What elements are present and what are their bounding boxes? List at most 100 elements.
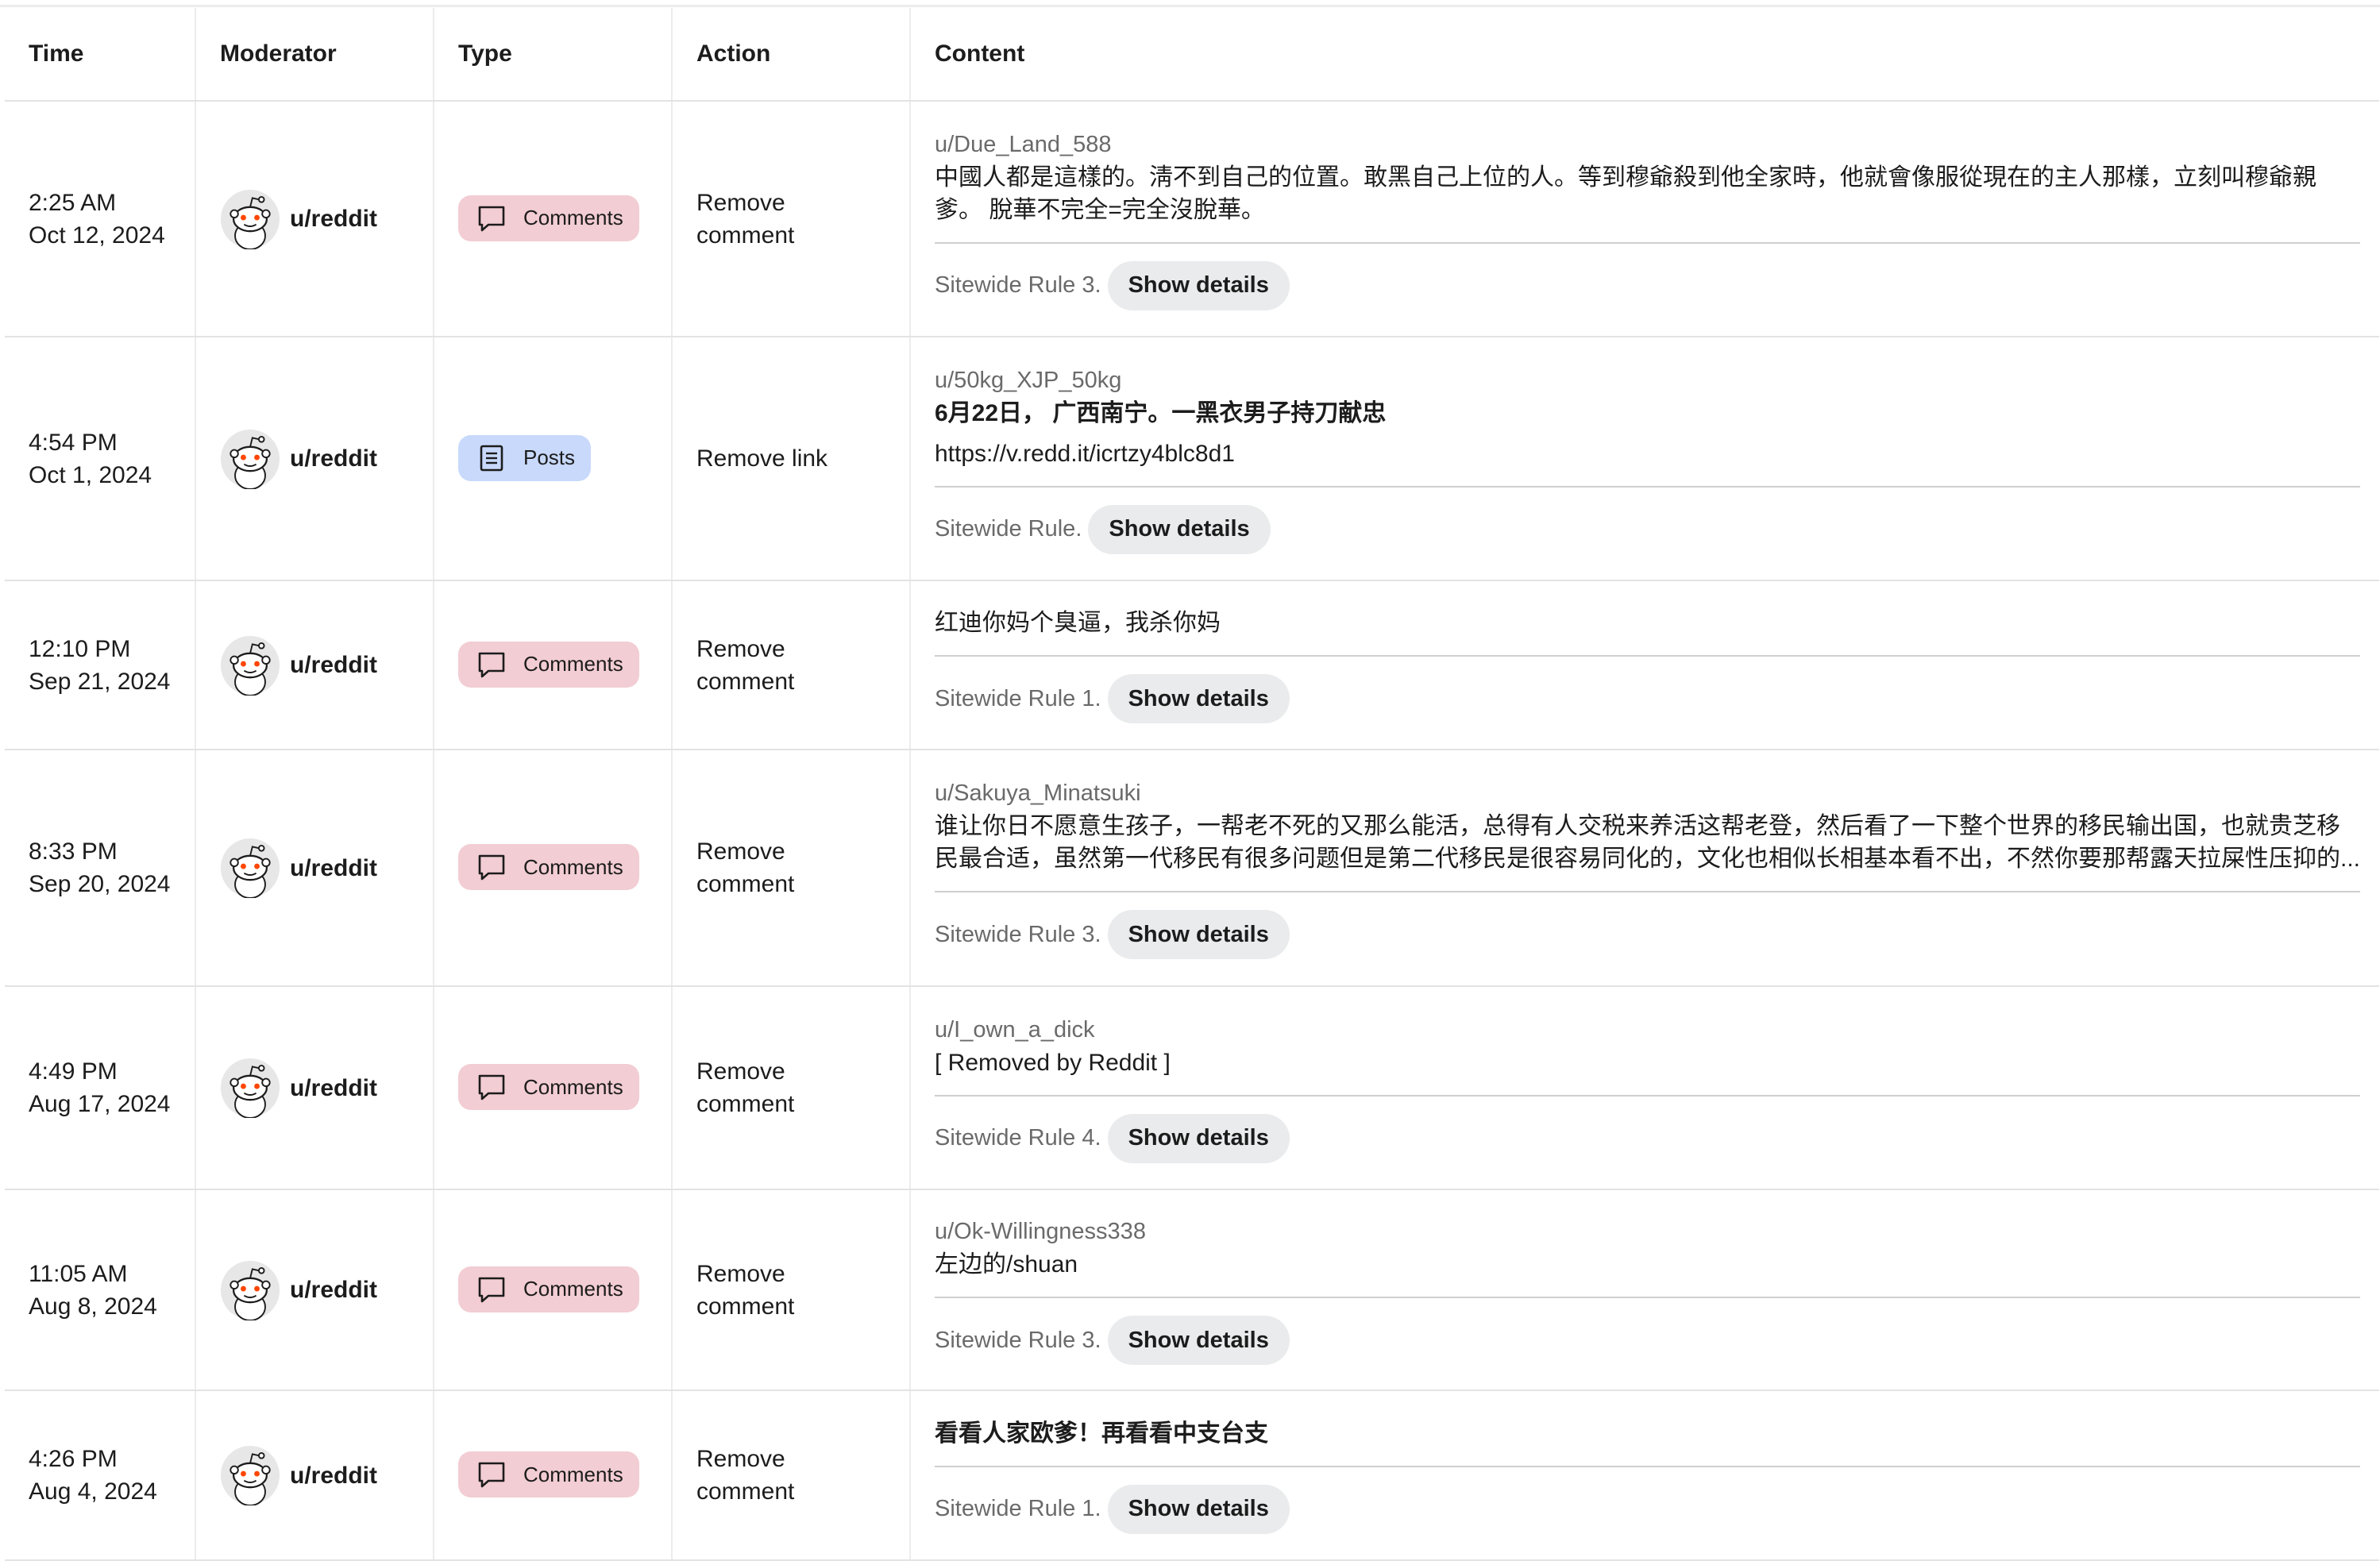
table-row: 11:05 AM Aug 8, 2024 u/reddit Comments R…	[5, 1189, 2379, 1391]
table-row: 12:10 PM Sep 21, 2024 u/reddit Comments …	[5, 580, 2379, 750]
comment-icon	[478, 1277, 505, 1302]
moderator-name: u/reddit	[290, 854, 377, 881]
time-cell: 8:33 PM Sep 20, 2024	[5, 750, 196, 987]
rule-label: Sitewide Rule 4.	[935, 1125, 1101, 1151]
time-cell: 12:10 PM Sep 21, 2024	[5, 580, 196, 750]
moderator-name: u/reddit	[290, 445, 377, 472]
type-cell: Comments	[434, 750, 673, 987]
show-details-button[interactable]: Show details	[1107, 674, 1290, 723]
content-divider	[935, 1297, 2360, 1298]
reddit-snoo-avatar-icon	[220, 838, 280, 898]
rule-label: Sitewide Rule 3.	[935, 921, 1101, 947]
removal-reason: Sitewide Rule 3. Show details	[935, 1316, 2360, 1365]
comment-author-link[interactable]: u/Ok-Willingness338	[935, 1215, 2360, 1248]
date-value: Aug 8, 2024	[29, 1293, 157, 1320]
removal-reason: Sitewide Rule 3. Show details	[935, 260, 2360, 310]
show-details-button[interactable]: Show details	[1107, 1484, 1290, 1534]
moderator-cell: u/reddit	[195, 1189, 434, 1391]
show-details-button[interactable]: Show details	[1107, 1316, 1290, 1365]
date-value: Sep 20, 2024	[29, 871, 171, 897]
table-row: 4:54 PM Oct 1, 2024 u/reddit Posts Remov…	[5, 337, 2379, 581]
date-value: Oct 1, 2024	[29, 461, 152, 488]
comment-author-link[interactable]: u/Due_Land_588	[935, 128, 2360, 161]
time-value: 2:25 AM	[29, 189, 117, 216]
action-text: Remove comment	[696, 838, 795, 897]
type-label: Comments	[523, 652, 623, 676]
removal-reason: Sitewide Rule 3. Show details	[935, 910, 2360, 959]
comment-author-link[interactable]: u/I_own_a_dick	[935, 1013, 2360, 1046]
removal-reason: Sitewide Rule. Show details	[935, 504, 2360, 554]
date-value: Oct 12, 2024	[29, 222, 165, 249]
action-text: Remove comment	[696, 635, 795, 695]
type-badge: Posts	[458, 434, 592, 481]
removal-reason: Sitewide Rule 1. Show details	[935, 1484, 2360, 1534]
time-value: 8:33 PM	[29, 838, 118, 865]
moderator-cell: u/reddit	[195, 1390, 434, 1561]
content-divider	[935, 891, 2360, 892]
moderator[interactable]: u/reddit	[220, 429, 433, 489]
moderator-cell: u/reddit	[195, 986, 434, 1190]
content-divider	[935, 1094, 2360, 1097]
moderator[interactable]: u/reddit	[220, 635, 433, 696]
time-cell: 2:25 AM Oct 12, 2024	[5, 101, 196, 337]
type-cell: Comments	[434, 1189, 673, 1391]
column-header-content: Content	[910, 8, 2379, 102]
moderator[interactable]: u/reddit	[220, 1445, 433, 1505]
content-text: 中國人都是這樣的。淸不到自己的位置。敢黑自己上位的人。等到穆爺殺到他全家時，他就…	[935, 164, 2316, 223]
type-cell: Comments	[434, 1390, 673, 1561]
rule-label: Sitewide Rule 3.	[935, 1327, 1101, 1353]
content-cell: 看看人家欧爹！再看看中支台支 Sitewide Rule 1. Show det…	[910, 1390, 2379, 1561]
comment-author-link[interactable]: u/50kg_XJP_50kg	[935, 364, 2360, 397]
moderator[interactable]: u/reddit	[220, 1260, 433, 1320]
type-label: Comments	[523, 206, 623, 229]
show-details-button[interactable]: Show details	[1107, 1113, 1290, 1163]
reddit-snoo-avatar-icon	[220, 429, 280, 489]
content-text: [ Removed by Reddit ]	[935, 1049, 1171, 1076]
type-cell: Comments	[434, 101, 673, 337]
show-details-button[interactable]: Show details	[1107, 260, 1290, 310]
type-label: Comments	[523, 854, 623, 879]
show-details-button[interactable]: Show details	[1088, 504, 1271, 554]
content-divider	[935, 241, 2360, 244]
content-divider	[935, 655, 2360, 657]
moderator-name: u/reddit	[290, 652, 377, 678]
time-value: 4:26 PM	[29, 1446, 118, 1472]
action-cell: Remove comment	[672, 1390, 911, 1561]
action-cell: Remove comment	[672, 1189, 911, 1391]
type-badge: Comments	[458, 1451, 639, 1497]
moderator[interactable]: u/reddit	[220, 189, 433, 249]
content-cell: u/Ok-Willingness338 左边的/shuan Sitewide Ru…	[910, 1189, 2379, 1391]
date-value: Aug 17, 2024	[29, 1091, 171, 1117]
table-row: 4:26 PM Aug 4, 2024 u/reddit Comments Re…	[5, 1390, 2379, 1561]
comment-author-link[interactable]: u/Sakuya_Minatsuki	[935, 777, 2360, 810]
type-label: Comments	[523, 1074, 623, 1099]
column-header-moderator: Moderator	[195, 8, 434, 102]
content-cell: 红迪你妈个臭逼，我杀你妈 Sitewide Rule 1. Show detai…	[910, 580, 2379, 750]
time-value: 4:49 PM	[29, 1058, 118, 1085]
post-link[interactable]: https://v.redd.it/icrtzy4blc8d1	[935, 437, 2360, 470]
content-text: 红迪你妈个臭逼，我杀你妈	[935, 610, 1221, 636]
table-header-row: Time Moderator Type Action Content	[5, 8, 2379, 102]
reddit-snoo-avatar-icon	[220, 1058, 280, 1118]
action-cell: Remove comment	[672, 986, 911, 1190]
mod-log-body: 2:25 AM Oct 12, 2024 u/reddit Comments R…	[5, 101, 2379, 1561]
content-divider	[935, 485, 2360, 488]
show-details-button[interactable]: Show details	[1107, 910, 1290, 959]
type-badge: Comments	[458, 844, 639, 890]
content-text: 看看人家欧爹！再看看中支台支	[935, 1420, 1268, 1447]
action-text: Remove comment	[696, 189, 795, 249]
moderator-name: u/reddit	[290, 1074, 377, 1101]
time-value: 11:05 AM	[29, 1260, 128, 1287]
type-label: Comments	[523, 1277, 623, 1301]
type-label: Posts	[523, 445, 576, 469]
action-cell: Remove comment	[672, 750, 911, 987]
reddit-snoo-avatar-icon	[220, 189, 280, 249]
type-badge: Comments	[458, 641, 639, 688]
action-text: Remove comment	[696, 1260, 795, 1320]
moderator[interactable]: u/reddit	[220, 1058, 433, 1118]
moderator[interactable]: u/reddit	[220, 838, 433, 898]
table-row: 4:49 PM Aug 17, 2024 u/reddit Comments R…	[5, 986, 2379, 1190]
moderator-name: u/reddit	[290, 1462, 377, 1489]
moderator-cell: u/reddit	[195, 101, 434, 337]
content-divider	[935, 1465, 2360, 1467]
